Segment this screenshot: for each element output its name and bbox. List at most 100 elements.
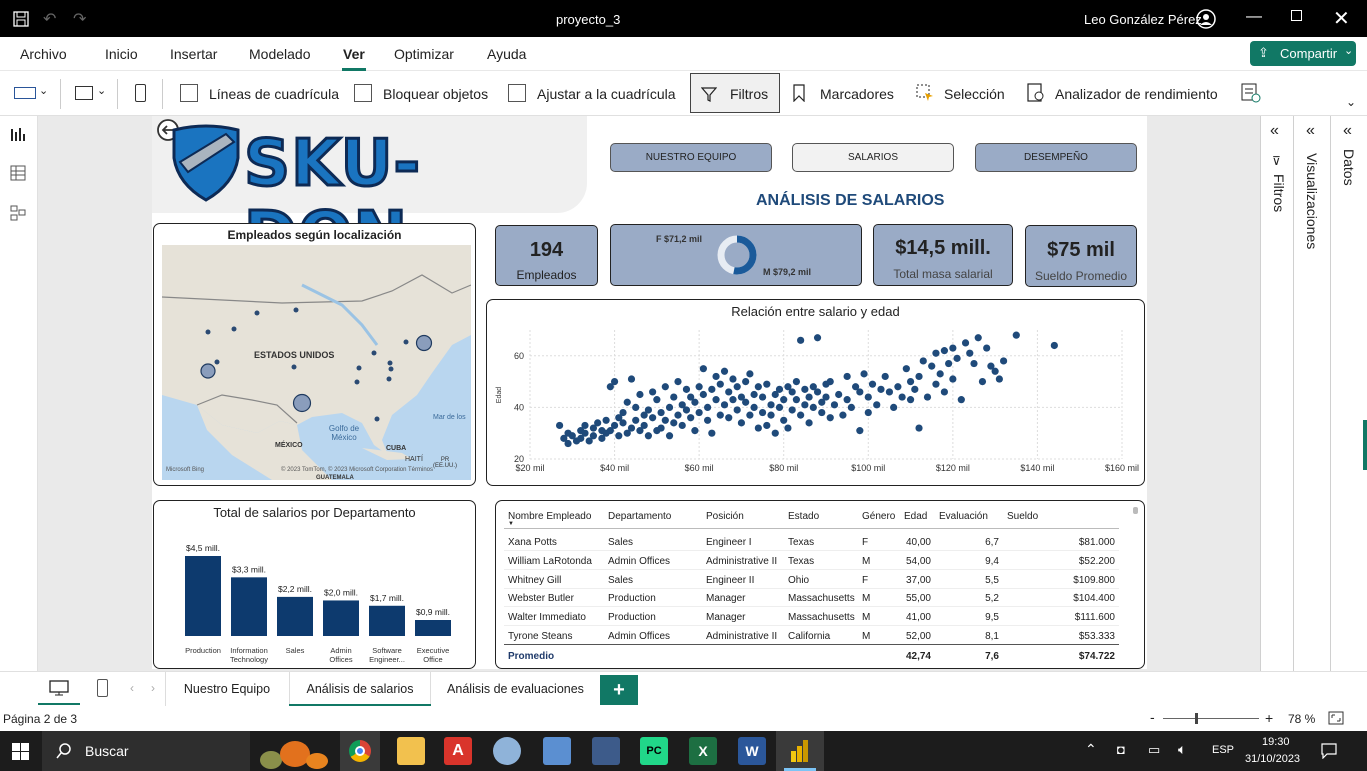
bar-panel[interactable]: Total de salarios por Departamento $4,5 … — [153, 500, 476, 669]
column-header-sueldo[interactable]: Sueldo — [1007, 511, 1038, 522]
table-row[interactable] — [504, 571, 1119, 589]
menu-archivo[interactable]: Archivo — [20, 46, 67, 62]
column-header-evaluacion[interactable]: Evaluación — [939, 511, 988, 522]
column-header-departamento[interactable]: Departamento — [608, 511, 671, 522]
tab-nuestro-equipo[interactable]: Nuestro Equipo — [167, 672, 287, 707]
bar-chart[interactable]: $4,5 mill. Production $3,3 mill. Informatio… — [154, 501, 475, 668]
nav-button-nuestro-equipo[interactable]: NUESTRO EQUIPO — [610, 143, 772, 172]
column-header-genero[interactable]: Género — [862, 511, 895, 522]
battery-icon[interactable]: ▭ — [1148, 742, 1160, 758]
mobile-layout-icon[interactable] — [135, 84, 146, 102]
zoom-slider[interactable] — [1163, 718, 1259, 719]
pumpkins-widget[interactable] — [256, 733, 332, 769]
expand-icon[interactable]: « — [1343, 122, 1352, 140]
undo-icon[interactable]: ↶ — [43, 9, 56, 29]
kpi-gender-donut[interactable]: F $71,2 mil M $79,2 mil — [610, 224, 862, 286]
notifications-icon[interactable] — [1321, 743, 1337, 759]
collapse-ribbon-icon[interactable]: ⌄ — [1346, 95, 1356, 109]
maximize-icon[interactable] — [1291, 10, 1302, 21]
map-panel[interactable]: Empleados según localización ESTADOS UNI… — [153, 223, 476, 486]
sync-slicers-icon[interactable] — [1240, 82, 1262, 104]
language-indicator[interactable]: ESP — [1212, 744, 1234, 756]
scroll-indicator[interactable] — [1363, 420, 1367, 470]
kpi-employees[interactable]: 194 Empleados — [495, 225, 598, 286]
previous-page-icon[interactable]: ‹ — [130, 681, 134, 695]
page-view-icon[interactable] — [75, 86, 93, 100]
scatter-chart[interactable]: 204060$20 mil $40 mil $60 mil $80 mil $100 m… — [487, 300, 1144, 485]
map-visual[interactable] — [162, 245, 471, 480]
search-box[interactable]: Buscar — [42, 731, 250, 771]
employee-table[interactable]: Nombre Empleado ▼ Departamento Posición … — [495, 500, 1145, 669]
clock-time[interactable]: 19:30 — [1262, 736, 1290, 748]
performance-icon[interactable] — [1027, 83, 1045, 103]
expand-icon[interactable]: « — [1270, 122, 1279, 140]
column-header-posicion[interactable]: Posición — [706, 511, 744, 522]
menu-ayuda[interactable]: Ayuda — [487, 46, 526, 62]
scatter-panel[interactable]: Relación entre salario y edad 20 40 60 $20 … — [486, 299, 1145, 486]
fit-to-page-icon[interactable] — [1328, 711, 1344, 725]
desktop-layout-tab[interactable] — [38, 672, 80, 705]
next-page-icon[interactable]: › — [151, 681, 155, 695]
add-page-button[interactable]: + — [600, 675, 638, 705]
minimize-icon[interactable]: — — [1246, 8, 1262, 26]
pycharm-icon[interactable]: PC — [640, 737, 668, 765]
volume-icon[interactable]: 🔈︎ — [1178, 741, 1186, 758]
column-header-edad[interactable]: Edad — [904, 511, 927, 522]
zoom-out-icon[interactable]: - — [1150, 709, 1155, 725]
zoom-in-icon[interactable]: + — [1265, 710, 1273, 726]
selection-button[interactable]: Selección — [944, 86, 1005, 102]
data-pane[interactable]: « Datos — [1331, 116, 1367, 671]
close-icon[interactable]: ✕ — [1333, 6, 1350, 31]
selection-icon[interactable] — [915, 83, 935, 103]
zoom-slider-thumb[interactable] — [1195, 713, 1198, 724]
windows-start-icon[interactable] — [12, 743, 29, 760]
visualizations-pane[interactable]: « Visualizaciones — [1294, 116, 1331, 671]
acrobat-icon[interactable]: A — [444, 737, 472, 765]
chrome-taskbar-button[interactable] — [340, 731, 380, 771]
redo-icon[interactable]: ↷ — [73, 9, 86, 29]
save-icon[interactable] — [13, 11, 29, 27]
menu-modelado[interactable]: Modelado — [249, 46, 311, 62]
menu-ver[interactable]: Ver — [343, 46, 365, 62]
bookmark-icon[interactable] — [792, 84, 806, 102]
kpi-average-salary[interactable]: $75 mil Sueldo Promedio — [1025, 225, 1137, 287]
clock-date[interactable]: 31/10/2023 — [1245, 753, 1300, 765]
kpi-total-payroll[interactable]: $14,5 mill. Total masa salarial — [873, 224, 1013, 286]
model-view-icon[interactable] — [10, 205, 26, 221]
chevron-up-icon[interactable]: ⌃ — [1085, 741, 1097, 758]
table-view-icon[interactable] — [10, 165, 26, 181]
theme-icon[interactable] — [14, 87, 36, 99]
mobile-layout-icon[interactable] — [97, 679, 108, 697]
menu-optimizar[interactable]: Optimizar — [394, 46, 454, 62]
menu-inicio[interactable]: Inicio — [105, 46, 138, 62]
share-button[interactable]: ⇪ Compartir ⌄ — [1250, 41, 1356, 66]
tab-analisis-de-evaluaciones[interactable]: Análisis de evaluaciones — [433, 672, 598, 707]
filters-button[interactable]: Filtros — [690, 73, 780, 113]
nav-button-desempeno[interactable]: DESEMPEÑO — [975, 143, 1137, 172]
chevron-down-icon[interactable]: ⌄ — [97, 84, 106, 97]
snap-grid-checkbox[interactable] — [508, 84, 526, 102]
sort-desc-icon[interactable]: ▼ — [508, 521, 514, 527]
bookmarks-button[interactable]: Marcadores — [820, 86, 894, 102]
column-header-nombre[interactable]: Nombre Empleado — [508, 511, 591, 522]
calculator-icon[interactable] — [592, 737, 620, 765]
gridlines-checkbox[interactable] — [180, 84, 198, 102]
performance-analyzer-button[interactable]: Analizador de rendimiento — [1055, 86, 1218, 102]
nav-button-salarios[interactable]: SALARIOS — [792, 143, 954, 172]
table-scrollbar[interactable] — [1133, 507, 1138, 514]
meet-icon[interactable]: ◘ — [1117, 742, 1125, 757]
powerbi-taskbar-button[interactable] — [776, 731, 824, 771]
account-icon[interactable] — [1196, 9, 1216, 29]
chevron-down-icon[interactable]: ⌄ — [39, 84, 48, 97]
tab-analisis-de-salarios[interactable]: Análisis de salarios — [289, 672, 431, 707]
file-explorer-icon[interactable] — [397, 737, 425, 765]
column-header-estado[interactable]: Estado — [788, 511, 819, 522]
expand-icon[interactable]: « — [1306, 122, 1315, 140]
excel-icon[interactable]: X — [689, 737, 717, 765]
word-icon[interactable]: W — [738, 737, 766, 765]
paint-icon[interactable] — [493, 737, 521, 765]
photos-icon[interactable] — [543, 737, 571, 765]
filters-pane[interactable]: « ⊽ Filtros — [1261, 116, 1294, 671]
menu-insertar[interactable]: Insertar — [170, 46, 217, 62]
report-view-icon[interactable] — [10, 126, 26, 142]
